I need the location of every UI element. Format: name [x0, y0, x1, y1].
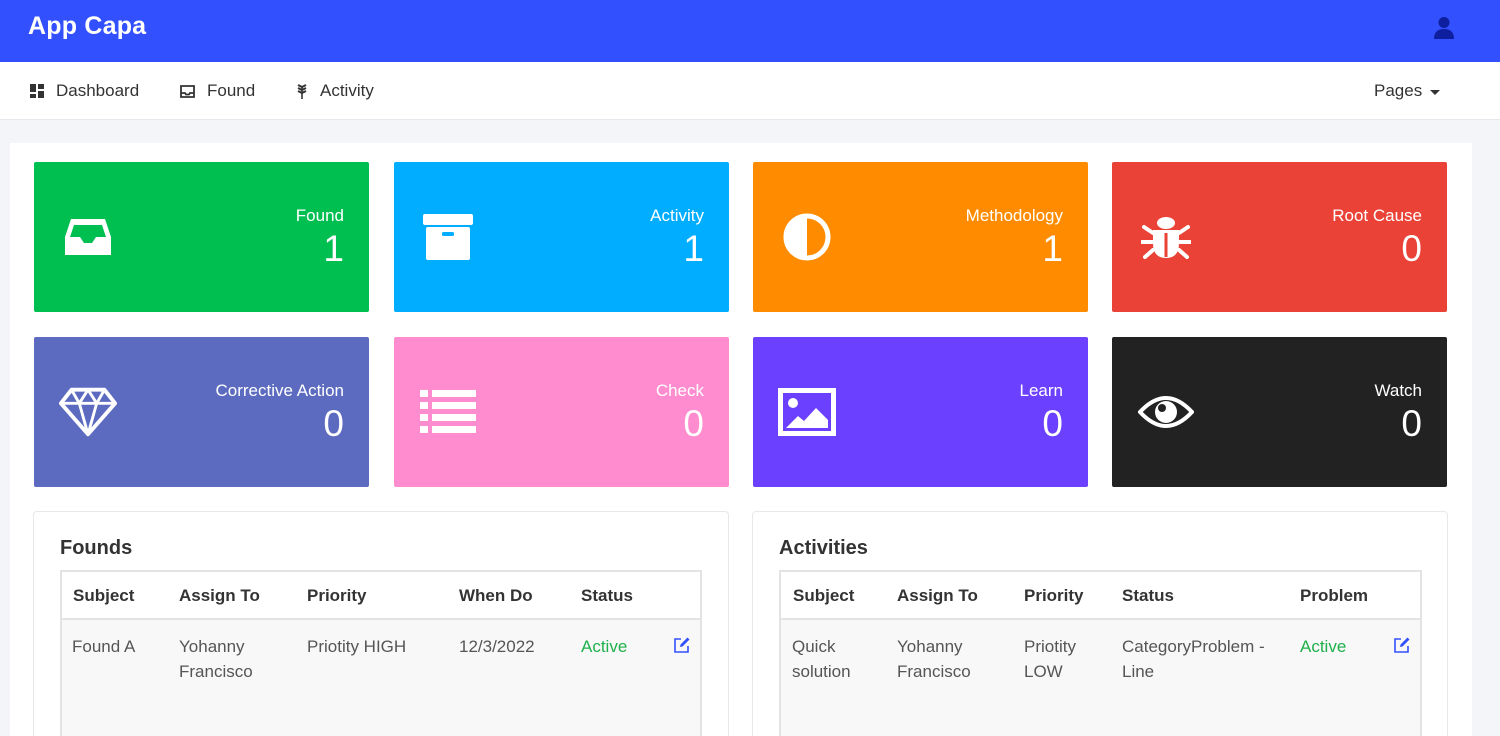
card-icon-wrap [1136, 210, 1196, 264]
pages-dropdown[interactable]: Pages [1374, 80, 1441, 102]
main-nav: Dashboard Found Activity Pages [0, 62, 1500, 120]
card-count: 1 [683, 228, 704, 269]
card-label: Activity [650, 206, 704, 225]
edit-icon[interactable] [673, 636, 691, 654]
card-activity[interactable]: Activity 1 [394, 162, 729, 312]
column-header[interactable]: Status [581, 586, 633, 606]
cell-when-do: 12/3/2022 [459, 637, 535, 656]
column-header[interactable]: Assign To [897, 586, 978, 606]
founds-table: Subject Assign To Priority When Do Statu… [60, 570, 702, 736]
card-count: 1 [323, 228, 344, 269]
card-methodology[interactable]: Methodology 1 [753, 162, 1088, 312]
column-header[interactable]: When Do [459, 586, 533, 606]
activities-panel: Activities Subject Assign To Priority St… [752, 511, 1448, 736]
cell-assign-to: Yohanny Francisco [897, 637, 971, 681]
card-watch[interactable]: Watch 0 [1112, 337, 1447, 487]
card-count: 0 [323, 403, 344, 444]
card-count: 0 [1401, 403, 1422, 444]
column-header[interactable]: Assign To [179, 586, 260, 606]
top-bar: App Capa [0, 0, 1500, 62]
card-icon-wrap [777, 210, 837, 264]
eye-icon [1138, 396, 1194, 428]
founds-title: Founds [60, 537, 133, 559]
founds-panel: Founds Subject Assign To Priority When D… [33, 511, 729, 736]
bug-icon [1141, 217, 1191, 259]
card-icon-wrap [418, 385, 478, 439]
card-count: 1 [1042, 228, 1063, 269]
card-check[interactable]: Check 0 [394, 337, 729, 487]
card-icon-wrap [1136, 385, 1196, 439]
image-icon [778, 388, 836, 436]
card-label: Check [655, 381, 704, 400]
card-count: 0 [1042, 403, 1063, 444]
column-header[interactable]: Priority [307, 586, 367, 606]
archive-icon [423, 214, 473, 260]
card-label: Watch [1374, 381, 1422, 400]
card-count: 0 [1401, 228, 1422, 269]
cell-subject: Found A [72, 637, 136, 656]
card-icon-wrap [777, 385, 837, 439]
nav-label-found: Found [207, 81, 256, 100]
nav-item-activity[interactable]: Activity [296, 80, 374, 102]
nav-label-activity: Activity [320, 81, 374, 100]
cell-subject: Quick solution [792, 637, 851, 681]
adjust-icon [783, 213, 831, 261]
dashboard-icon [30, 84, 44, 98]
card-icon-wrap [58, 210, 118, 264]
card-label: Learn [1019, 381, 1063, 400]
card-root-cause[interactable]: Root Cause 0 [1112, 162, 1447, 312]
nav-item-found[interactable]: Found [180, 80, 255, 102]
card-count: 0 [683, 403, 704, 444]
inbox-icon [65, 219, 111, 255]
cell-priority: Priotity HIGH [307, 637, 407, 656]
status-badge: Active [581, 637, 628, 656]
card-label: Corrective Action [215, 381, 345, 400]
card-label: Methodology [965, 206, 1063, 225]
column-header[interactable]: Problem [1300, 586, 1368, 606]
card-icon-wrap [58, 385, 118, 439]
pages-label: Pages [1374, 81, 1423, 100]
column-header[interactable]: Status [1122, 586, 1174, 606]
column-header[interactable]: Priority [1024, 586, 1084, 606]
wheat-icon [297, 84, 307, 99]
caret-down-icon [1430, 89, 1441, 95]
list-icon [420, 390, 476, 433]
card-label: Root Cause [1332, 206, 1422, 225]
cell-status: CategoryProblem - Line [1122, 637, 1265, 681]
column-header[interactable]: Subject [793, 586, 854, 606]
activities-title: Activities [779, 537, 868, 559]
diamond-icon [58, 387, 118, 437]
edit-icon[interactable] [1393, 636, 1411, 654]
card-learn[interactable]: Learn 0 [753, 337, 1088, 487]
table-header: Subject Assign To Priority Status Proble… [781, 572, 1420, 620]
card-label: Found [295, 206, 344, 225]
status-badge: Active [1300, 637, 1347, 656]
app-title[interactable]: App Capa [28, 12, 146, 41]
card-icon-wrap [418, 210, 478, 264]
card-found[interactable]: Found 1 [34, 162, 369, 312]
cell-assign-to: Yohanny Francisco [179, 637, 253, 681]
activities-table: Subject Assign To Priority Status Proble… [779, 570, 1422, 736]
user-icon[interactable] [1433, 16, 1455, 40]
nav-item-dashboard[interactable]: Dashboard [30, 80, 139, 102]
nav-label-dashboard: Dashboard [56, 81, 140, 100]
column-header[interactable]: Subject [73, 586, 134, 606]
table-header: Subject Assign To Priority When Do Statu… [62, 572, 700, 620]
inbox-icon [180, 84, 195, 98]
card-corrective-action[interactable]: Corrective Action 0 [34, 337, 369, 487]
cell-priority: Priotity LOW [1024, 637, 1076, 681]
